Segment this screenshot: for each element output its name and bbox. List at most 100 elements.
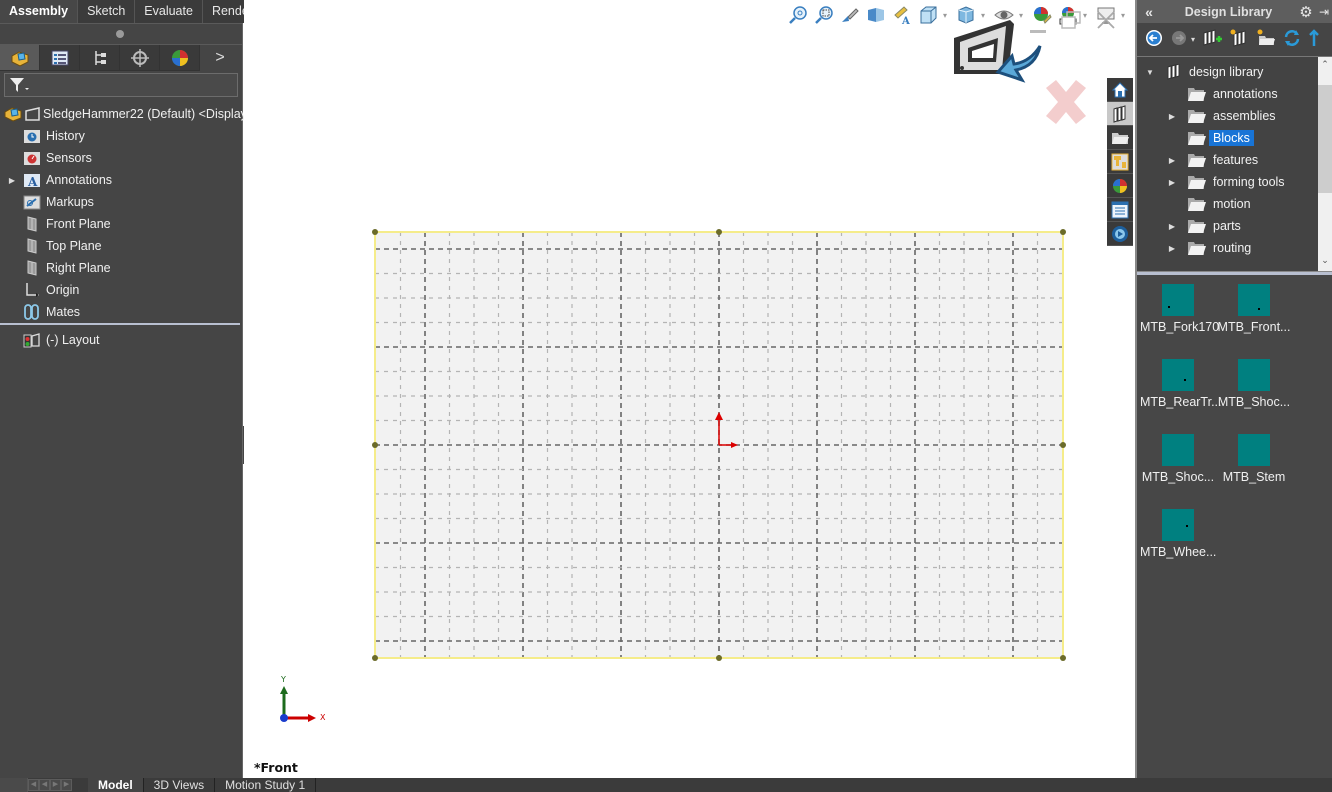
graphics-area[interactable]: A ▾ ▾ ▾ ▾ ▾ Y X *Front [244,0,1135,778]
expand-arrow-icon[interactable]: ▶ [1167,178,1177,187]
expand-arrow-icon[interactable]: ▶ [1167,244,1177,253]
expand-arrow-icon[interactable]: ▶ [1167,112,1177,121]
library-folder-blocks[interactable]: Blocks [1167,127,1254,149]
task-tab-custom-properties[interactable] [1107,198,1133,222]
sketch-point-handle[interactable] [372,655,378,661]
add-to-library-icon[interactable] [1256,29,1276,50]
library-folder-annotations[interactable]: annotations [1167,83,1282,105]
dimxpertmanager-tab[interactable] [120,45,160,71]
library-item-name: MTB_Front... [1217,320,1291,334]
sketch-point-handle[interactable] [372,229,378,235]
tree-item-label: Annotations [46,173,113,187]
tab-evaluate[interactable]: Evaluate [135,0,203,23]
library-folder-features[interactable]: ▶ features [1167,149,1262,171]
tab-model[interactable]: Model [88,778,144,792]
close-icon[interactable] [1096,10,1116,36]
library-item[interactable]: MTB_Stem [1216,434,1292,484]
tree-scrollbar[interactable]: ⌃ ⌄ [1318,57,1332,271]
library-folder-routing[interactable]: ▶ routing [1167,237,1255,259]
tree-item-history[interactable]: History [23,125,85,147]
expand-arrow-icon[interactable]: ▶ [7,176,17,185]
library-folder-assemblies[interactable]: ▶ assemblies [1167,105,1280,127]
restore-icon[interactable] [1060,10,1082,36]
tree-item-label: Right Plane [46,261,111,275]
tree-filter[interactable] [4,73,238,97]
expand-arrow-icon[interactable]: ▶ [1167,156,1177,165]
options-gear-icon[interactable]: ⚙ [1296,3,1316,21]
library-item-name: MTB_RearTr... [1140,395,1222,409]
previous-tab-button[interactable]: ◀ [39,779,50,791]
sketch-point-handle[interactable] [1060,442,1066,448]
view-orientation-label: *Front [254,760,298,775]
add-file-location-icon[interactable] [1202,29,1223,50]
forward-dropdown[interactable]: ▾ [1191,35,1195,44]
up-icon[interactable] [1308,29,1320,50]
library-item[interactable]: MTB_Whee... [1140,509,1216,559]
tree-item-layout[interactable]: (-) Layout [23,329,100,351]
task-tab-design-library[interactable] [1107,102,1133,126]
pin-icon[interactable]: ⇥ [1316,5,1332,19]
tree-item-origin[interactable]: Origin [23,279,79,301]
origin-icon [23,282,41,298]
scroll-up-icon[interactable]: ⌃ [1318,59,1332,70]
plane-icon [23,216,41,232]
next-tab-button[interactable]: ▶ [50,779,61,791]
minimize-icon[interactable] [1030,30,1046,33]
expand-arrow-icon[interactable]: ▶ [1167,222,1177,231]
library-folder-design-library[interactable]: ▼ design library [1145,61,1267,83]
collapse-panel-icon[interactable]: « [1137,4,1161,20]
sketch-point-handle[interactable] [1060,229,1066,235]
tree-item-top-plane[interactable]: Top Plane [23,235,102,257]
library-item[interactable]: MTB_Shoc... [1216,359,1292,409]
back-icon[interactable] [1145,29,1163,50]
task-tab-file-explorer[interactable] [1107,126,1133,150]
dimxpertmanager-icon [130,48,149,67]
task-tab-view-palette[interactable] [1107,150,1133,174]
task-tab-appearances[interactable] [1107,174,1133,198]
library-item[interactable]: MTB_Fork170 [1140,284,1219,334]
last-tab-button[interactable]: ▶ [61,779,72,791]
library-folder-parts[interactable]: ▶ parts [1167,215,1245,237]
sketch-point-handle[interactable] [372,442,378,448]
tree-item-root-assembly[interactable]: SledgeHammer22 (Default) <Display [4,103,247,125]
tree-item-sensors[interactable]: Sensors [23,147,92,169]
collapse-arrow-icon[interactable]: ▼ [1145,68,1155,77]
library-item[interactable]: MTB_Shoc... [1140,434,1216,484]
library-item[interactable]: MTB_Front... [1216,284,1292,334]
featuremanager-tab[interactable] [0,45,40,71]
tree-item-label: Origin [46,283,80,297]
tree-item-annotations[interactable]: ▶ A Annotations [7,169,112,191]
library-folder-forming-tools[interactable]: ▶ forming tools [1167,171,1289,193]
task-tab-resources[interactable] [1107,78,1133,102]
refresh-icon[interactable] [1283,29,1301,50]
sketch-point-handle[interactable] [716,655,722,661]
task-tab-forum[interactable] [1107,222,1133,246]
block-thumbnail [1162,434,1194,466]
scroll-down-icon[interactable]: ⌄ [1318,255,1332,266]
library-item[interactable]: MTB_RearTr... [1140,359,1222,409]
tab-assembly[interactable]: Assembly [0,0,79,23]
tab-sketch[interactable]: Sketch [78,0,136,23]
rollback-bar[interactable] [0,323,240,325]
configurationmanager-tab[interactable] [80,45,120,71]
tree-item-markups[interactable]: Markups [23,191,94,213]
sketch-point-handle[interactable] [1060,655,1066,661]
tree-item-label: SledgeHammer22 (Default) <Display [43,107,247,121]
tree-item-front-plane[interactable]: Front Plane [23,213,111,235]
reference-triad[interactable]: Y X [274,672,334,728]
create-new-folder-icon[interactable] [1229,29,1249,50]
triad-x-label: X [320,713,326,722]
tab-motion-study-1[interactable]: Motion Study 1 [215,778,317,792]
scroll-thumb[interactable] [1318,85,1332,193]
library-folder-motion[interactable]: motion [1167,193,1255,215]
tab-3d-views[interactable]: 3D Views [144,778,216,792]
panel-grip[interactable] [0,23,242,45]
forward-icon[interactable] [1170,29,1188,50]
tree-item-mates[interactable]: Mates [23,301,80,323]
first-tab-button[interactable]: ◀ [28,779,39,791]
sketch-point-handle[interactable] [716,229,722,235]
tree-item-right-plane[interactable]: Right Plane [23,257,111,279]
propertymanager-tab[interactable] [40,45,80,71]
displaymanager-tab[interactable] [160,45,200,71]
more-tabs-chevron[interactable]: > [200,45,240,71]
